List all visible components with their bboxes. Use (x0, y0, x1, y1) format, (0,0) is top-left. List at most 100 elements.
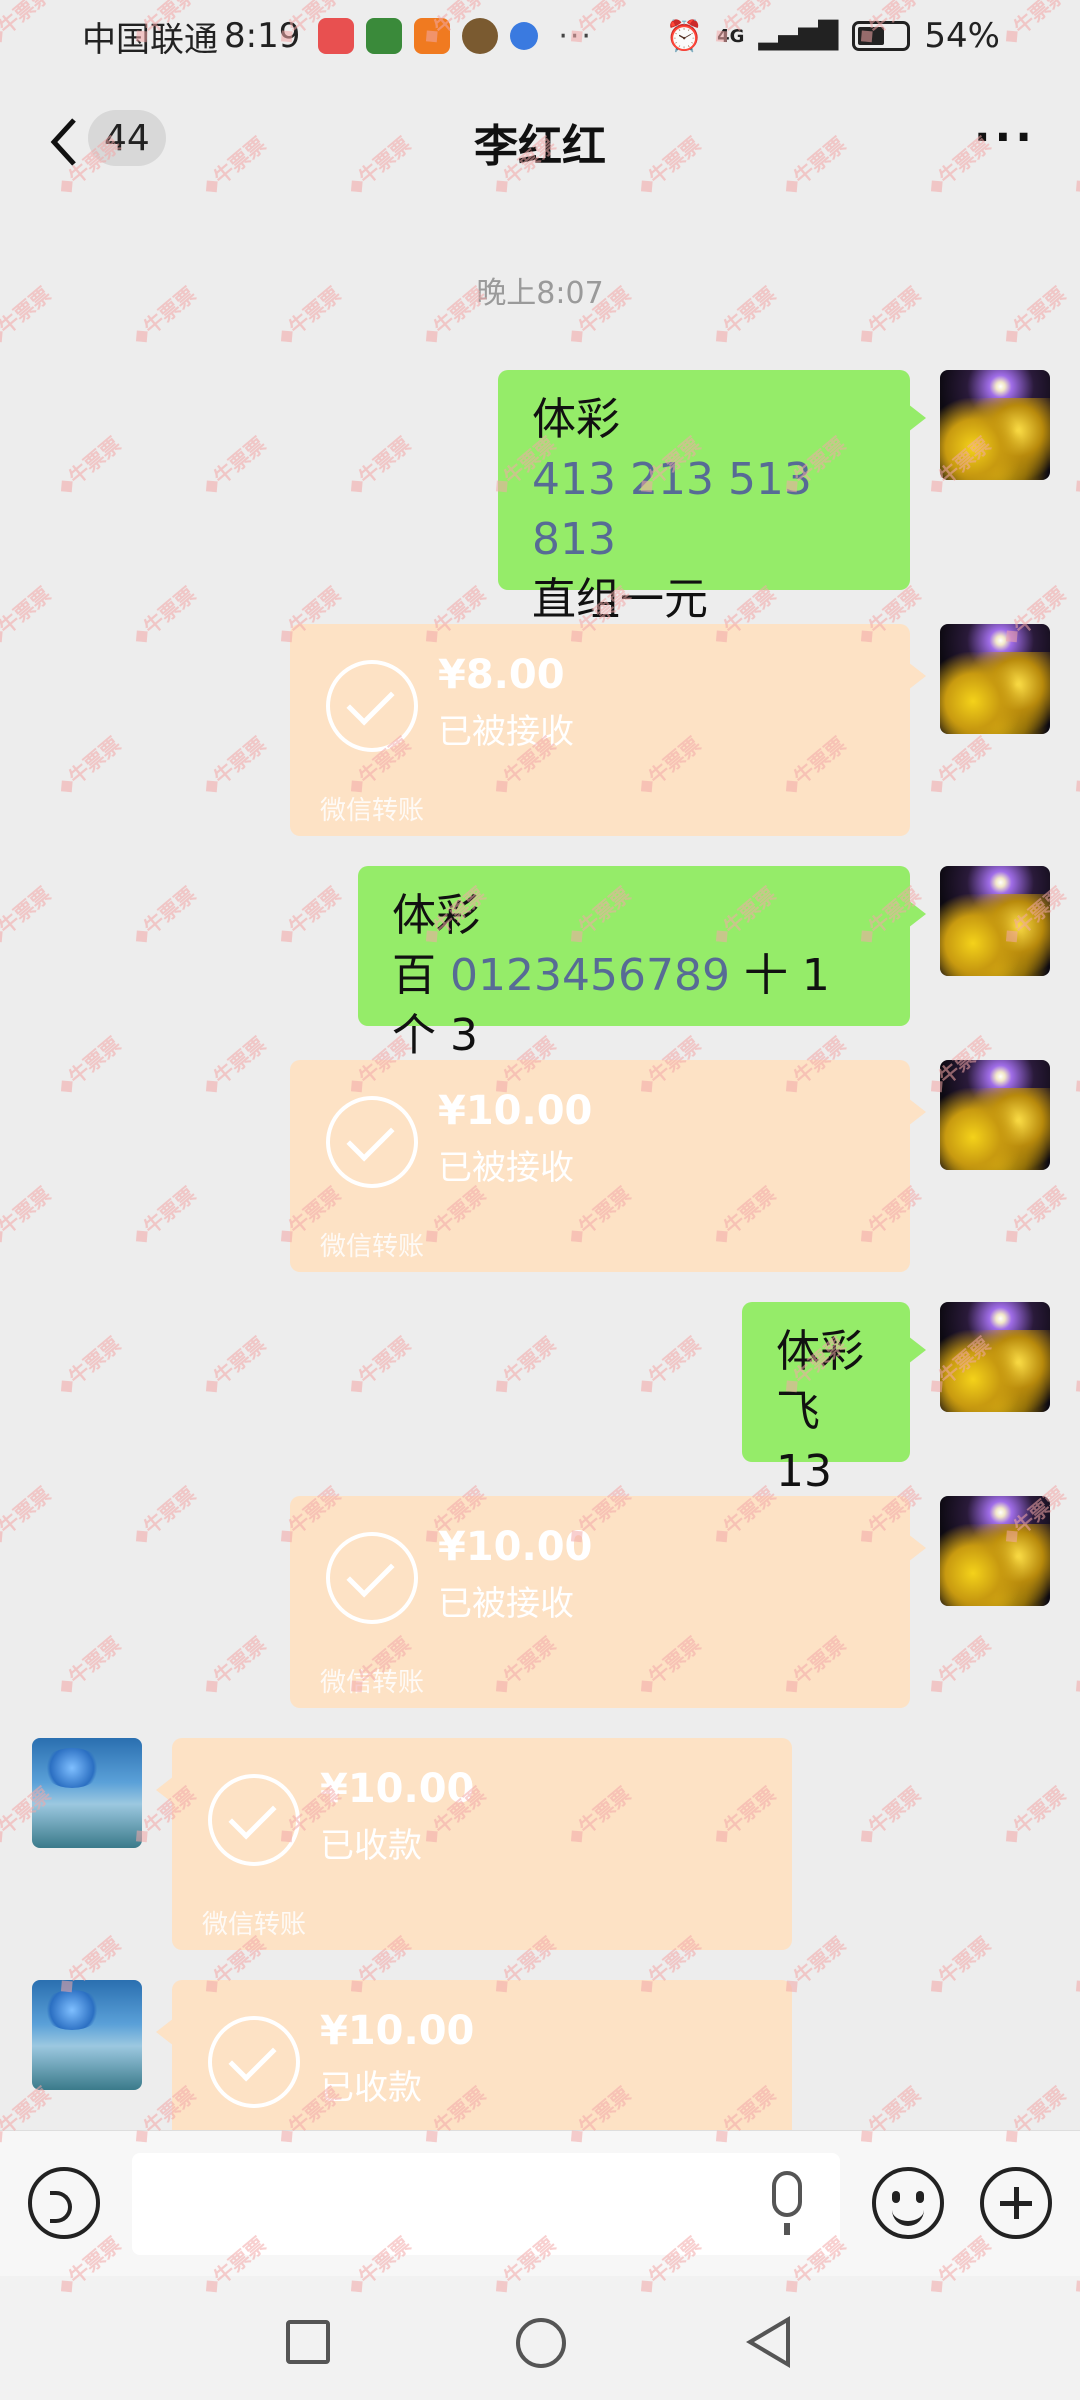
watermark-text: ◆牛票票 (342, 1332, 416, 1400)
transfer-card[interactable]: ¥10.00 已收款 微信转账 (156, 1738, 792, 1950)
browser-icon (510, 22, 539, 50)
transfer-footer: 微信转账 (202, 1910, 307, 1940)
watermark-text: ◆牛票票 (52, 432, 126, 500)
input-bar (0, 2130, 1080, 2276)
my-avatar[interactable] (940, 370, 1050, 480)
my-avatar[interactable] (940, 1496, 1050, 1606)
check-circle-icon (208, 1774, 300, 1866)
watermark-text: ◆牛票票 (632, 1332, 706, 1400)
watermark-text: ◆牛票票 (852, 1782, 926, 1850)
watermark-text: ◆牛票票 (342, 432, 416, 500)
watermark-text: ◆牛票票 (0, 882, 56, 950)
transfer-status: 已被接收 (438, 1148, 574, 1188)
battery-level: 54% (924, 16, 1000, 56)
transfer-amount: ¥10.00 (438, 1088, 593, 1134)
transfer-footer: 微信转账 (320, 796, 425, 826)
chat-title: 李红红 (474, 121, 606, 172)
watermark-text: ◆牛票票 (487, 1332, 561, 1400)
status-time: 8:19 (224, 16, 301, 56)
message-text: 百 (392, 950, 450, 1001)
transfer-card[interactable]: ¥10.00 已被接收 微信转账 (290, 1060, 926, 1272)
transfer-amount: ¥10.00 (320, 2008, 475, 2054)
text-message-bubble[interactable]: 体彩 百 0123456789 十 1 个 3 (358, 866, 926, 1061)
microphone-icon[interactable] (772, 2171, 802, 2235)
transfer-amount: ¥8.00 (438, 652, 565, 698)
watermark-text: ◆牛票票 (197, 1332, 271, 1400)
my-avatar[interactable] (940, 624, 1050, 734)
watermark-text: ◆牛票票 (0, 582, 56, 650)
watermark-text: ◆牛票票 (1067, 1632, 1080, 1700)
contact-avatar[interactable] (32, 1738, 142, 1848)
transfer-footer: 微信转账 (320, 1232, 425, 1262)
check-circle-icon (326, 660, 418, 752)
watermark-text: ◆牛票票 (0, 1182, 56, 1250)
my-avatar[interactable] (940, 1060, 1050, 1170)
text-message-bubble[interactable]: 体彩 飞 13 (742, 1302, 926, 1497)
watermark-text: ◆牛票票 (1067, 732, 1080, 800)
watermark-text: ◆牛票票 (997, 1182, 1071, 1250)
watermark-text: ◆牛票票 (1067, 432, 1080, 500)
message-number-link[interactable]: 413 213 513 813 (532, 450, 876, 570)
watermark-text: ◆牛票票 (197, 732, 271, 800)
message-input[interactable] (132, 2153, 840, 2255)
message-line: 飞 13 (776, 1386, 832, 1497)
nav-back-button[interactable] (746, 2316, 790, 2368)
watermark-text: ◆牛票票 (922, 1932, 996, 2000)
watermark-text: ◆牛票票 (1067, 1032, 1080, 1100)
transfer-status: 已被接收 (438, 1584, 574, 1624)
watermark-text: ◆牛票票 (0, 1482, 56, 1550)
watermark-text: ◆牛票票 (52, 732, 126, 800)
signal-icon: ▂▄▆█ (758, 21, 839, 51)
watermark-text: ◆牛票票 (52, 1632, 126, 1700)
watermark-text: ◆牛票票 (52, 1032, 126, 1100)
transfer-status: 已收款 (320, 1826, 422, 1866)
transfer-footer: 微信转账 (320, 1668, 425, 1698)
transfer-status: 已收款 (320, 2068, 422, 2108)
status-bar: 中国联通 8:19 ··· ⏰ 4G ▂▄▆█ 54% (0, 0, 1080, 72)
battery-icon (852, 21, 911, 51)
message-timestamp: 晚上8:07 (476, 276, 604, 311)
watermark-text: ◆牛票票 (272, 882, 346, 950)
check-circle-icon (326, 1096, 418, 1188)
carrier-group: 中国联通 8:19 (82, 12, 300, 61)
transfer-status: 已被接收 (438, 712, 574, 752)
status-app-icons (318, 18, 539, 54)
app-notification-icon (318, 18, 355, 54)
voice-input-button[interactable] (28, 2167, 100, 2239)
watermark-text: ◆牛票票 (197, 1632, 271, 1700)
my-avatar[interactable] (940, 866, 1050, 976)
watermark-text: ◆牛票票 (1067, 1932, 1080, 2000)
alarm-icon: ⏰ (665, 18, 704, 54)
emoji-button[interactable] (872, 2167, 944, 2239)
text-message-bubble[interactable]: 体彩 413 213 513 813 直组一元 (498, 370, 926, 625)
check-circle-icon (326, 1532, 418, 1624)
transfer-amount: ¥10.00 (320, 1766, 475, 1812)
app-notification-icon (366, 18, 403, 54)
transfer-amount: ¥10.00 (438, 1524, 593, 1570)
contact-avatar[interactable] (32, 1980, 142, 2090)
message-number-link[interactable]: 0123456789 (450, 950, 730, 1001)
recent-apps-button[interactable] (286, 2320, 330, 2364)
home-button[interactable] (516, 2318, 566, 2368)
watermark-text: ◆牛票票 (52, 1332, 126, 1400)
play-icon (414, 18, 451, 54)
watermark-text: ◆牛票票 (997, 1782, 1071, 1850)
my-avatar[interactable] (940, 1302, 1050, 1412)
transfer-card[interactable]: ¥8.00 已被接收 微信转账 (290, 624, 926, 836)
message-line: 直组一元 (532, 574, 708, 625)
more-actions-button[interactable] (980, 2167, 1052, 2239)
watermark-text: ◆牛票票 (922, 1632, 996, 1700)
transfer-card[interactable]: ¥10.00 已被接收 微信转账 (290, 1496, 926, 1708)
carrier-name: 中国联通 (82, 19, 218, 60)
watermark-text: ◆牛票票 (197, 432, 271, 500)
check-circle-icon (208, 2016, 300, 2108)
watermark-text: ◆牛票票 (127, 882, 201, 950)
more-options-button[interactable]: ··· (974, 112, 1036, 163)
message-line: 体彩 (532, 394, 620, 445)
watermark-text: ◆牛票票 (922, 732, 996, 800)
message-line: 体彩 (392, 890, 480, 941)
app-notification-icon (462, 18, 499, 54)
message-line: 体彩 (776, 1326, 864, 1377)
more-notifications-icon: ··· (558, 18, 593, 54)
transfer-card[interactable]: ¥10.00 已收款 (156, 1980, 792, 2130)
